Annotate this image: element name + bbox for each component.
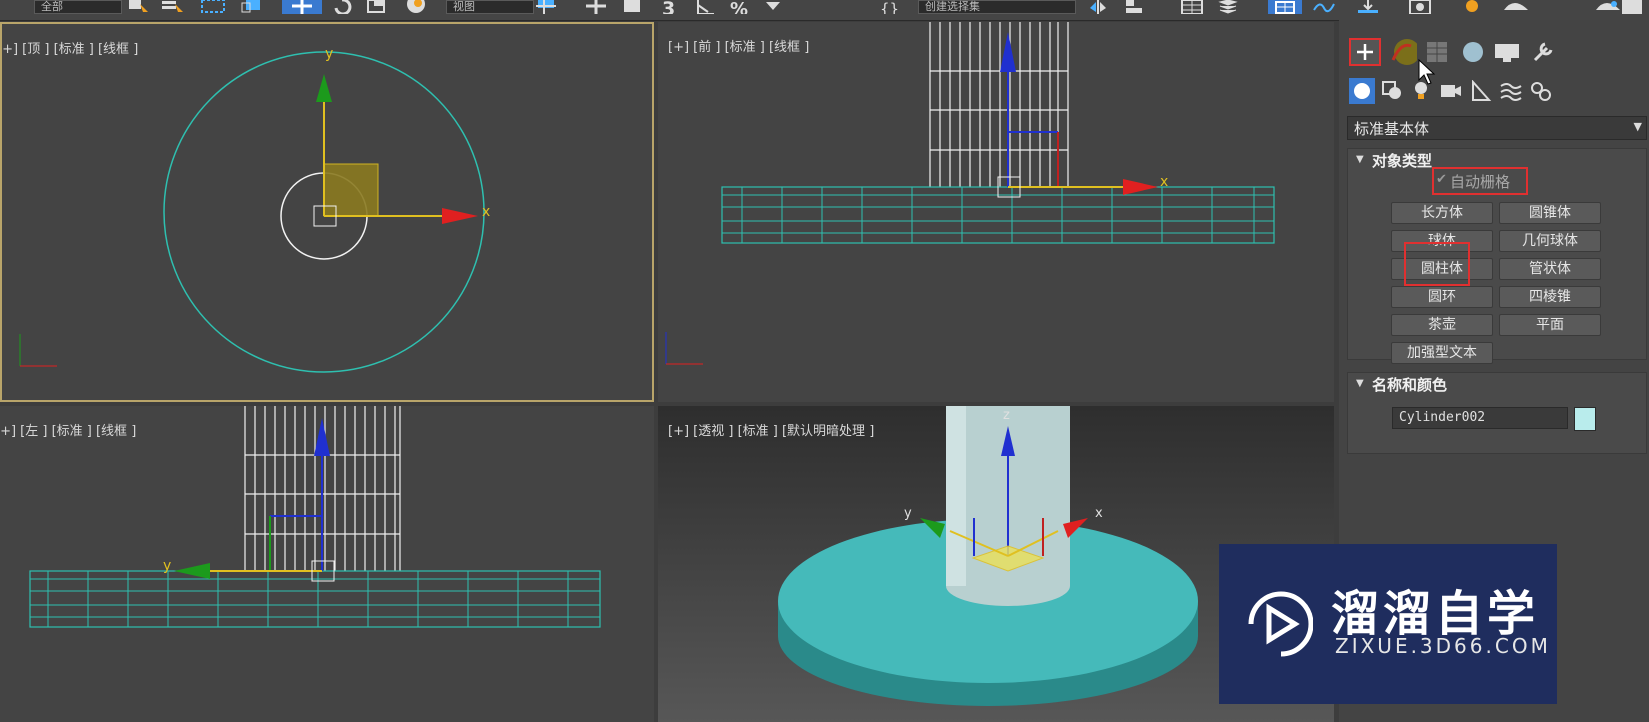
- name-color-title[interactable]: 名称和颜色: [1372, 374, 1447, 395]
- align-icon[interactable]: [1124, 0, 1150, 14]
- window-crossing-icon[interactable]: [240, 0, 270, 14]
- left-view-scene: [29, 406, 601, 628]
- cone-button[interactable]: 圆锥体: [1499, 202, 1601, 224]
- rect-region-icon[interactable]: [200, 0, 230, 14]
- toggle-ribbon-icon[interactable]: [1268, 0, 1302, 14]
- display-icon[interactable]: [1491, 38, 1521, 66]
- torus-button[interactable]: 圆环: [1391, 286, 1493, 308]
- axis-label-x: x: [482, 204, 491, 220]
- axis-label-x-persp: x: [1095, 506, 1103, 521]
- watermark-url: ZIXUE.3D66.COM: [1335, 634, 1551, 658]
- rotate-icon[interactable]: [330, 0, 356, 14]
- edit-named-selection-icon[interactable]: {}: [880, 0, 906, 14]
- snaps-toggle-icon[interactable]: 3: [660, 0, 686, 14]
- pyramid-button[interactable]: 四棱锥: [1499, 286, 1601, 308]
- helpers-icon[interactable]: [1469, 80, 1493, 102]
- curve-editor-icon[interactable]: [1312, 0, 1338, 14]
- percent-snap-icon[interactable]: %: [728, 0, 754, 14]
- axis-label-y-left: y: [163, 558, 172, 574]
- systems-icon[interactable]: [1529, 80, 1553, 102]
- geometry-icon[interactable]: [1349, 78, 1375, 104]
- select-object-icon[interactable]: [126, 0, 152, 14]
- material-editor-icon[interactable]: [1408, 0, 1434, 14]
- named-selection-dropdown[interactable]: 创建选择集: [918, 0, 1076, 14]
- select-by-name-icon[interactable]: [160, 0, 186, 14]
- lights-icon[interactable]: [1409, 80, 1433, 102]
- top-view-scene: [19, 51, 485, 373]
- svg-text:{}: {}: [880, 0, 899, 14]
- rollout-collapse-icon[interactable]: ▼: [1356, 154, 1364, 165]
- svg-text:3: 3: [662, 0, 675, 14]
- layer-manager-icon[interactable]: [1180, 0, 1206, 14]
- box-button[interactable]: 长方体: [1391, 202, 1493, 224]
- rollout-collapse-icon-2[interactable]: ▼: [1356, 378, 1364, 389]
- play-logo-icon: [1248, 591, 1313, 657]
- scene-explorer-icon[interactable]: [1216, 0, 1242, 14]
- scale-icon[interactable]: [366, 0, 392, 14]
- viewport-left[interactable]: [+] [左 ] [标准 ] [线框 ] y: [0, 406, 654, 722]
- geosphere-button[interactable]: 几何球体: [1499, 230, 1601, 252]
- teapot-button[interactable]: 茶壶: [1391, 314, 1493, 336]
- shapes-icon[interactable]: [1381, 80, 1405, 102]
- watermark-overlay: 溜溜自学 ZIXUE.3D66.COM: [1219, 544, 1557, 704]
- object-color-swatch[interactable]: [1574, 407, 1596, 431]
- angle-snap-icon[interactable]: [694, 0, 720, 14]
- viewport-top[interactable]: [+] [顶 ] [标准 ] [线框 ] y x: [0, 22, 654, 402]
- category-dropdown-value: 标准基本体: [1354, 120, 1430, 138]
- category-dropdown[interactable]: 标准基本体 ▼: [1347, 116, 1647, 140]
- placement-icon[interactable]: [404, 0, 430, 14]
- selection-filter-dropdown[interactable]: 全部: [34, 0, 122, 14]
- render-frame-icon[interactable]: [1502, 0, 1532, 14]
- front-view-scene: [665, 22, 1275, 365]
- spinner-snap-icon[interactable]: [762, 0, 788, 14]
- render-online-icon[interactable]: [1620, 0, 1646, 14]
- cameras-icon[interactable]: [1439, 80, 1463, 102]
- axis-label-y: y: [325, 46, 334, 62]
- mirror-icon[interactable]: [1088, 0, 1114, 14]
- move-icon[interactable]: [282, 0, 322, 14]
- axis-label-z-persp: z: [1003, 408, 1010, 423]
- main-toolbar: 全部 视图 3 % {} 创建选择集: [0, 0, 1649, 21]
- object-name-input[interactable]: Cylinder002: [1392, 407, 1568, 429]
- highlight-autogrid: [1432, 167, 1528, 195]
- axis-label-x-front: x: [1160, 174, 1169, 190]
- pivot-center-icon[interactable]: [534, 0, 564, 14]
- name-color-rollout: ▼ 名称和颜色 Cylinder002: [1347, 372, 1647, 454]
- axis-label-y-persp: y: [904, 506, 912, 521]
- textplus-button[interactable]: 加强型文本: [1391, 342, 1493, 364]
- select-manipulate-icon[interactable]: [584, 0, 610, 14]
- viewport-front[interactable]: [+] [前 ] [标准 ] [线框 ] x: [658, 22, 1334, 402]
- chevron-down-icon: ▼: [1633, 120, 1642, 133]
- schematic-view-icon[interactable]: [1356, 0, 1382, 14]
- svg-text:%: %: [730, 0, 748, 14]
- modify-icon[interactable]: [1387, 38, 1417, 66]
- tube-button[interactable]: 管状体: [1499, 258, 1601, 280]
- reference-coord-dropdown[interactable]: 视图: [446, 0, 534, 14]
- spacewarps-icon[interactable]: [1499, 80, 1523, 102]
- plane-button[interactable]: 平面: [1499, 314, 1601, 336]
- object-type-title[interactable]: 对象类型: [1372, 150, 1432, 171]
- render-setup-icon[interactable]: [1460, 0, 1486, 14]
- highlight-cylinder: [1404, 242, 1470, 286]
- keyboard-shortcut-icon[interactable]: [622, 0, 648, 14]
- utilities-icon[interactable]: [1527, 38, 1557, 66]
- highlight-create-tab: [1349, 38, 1381, 66]
- motion-icon[interactable]: [1457, 38, 1487, 66]
